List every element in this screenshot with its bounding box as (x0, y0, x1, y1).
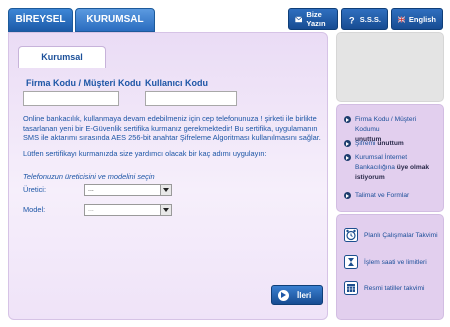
firm-code-label: Firma Kodu / Müşteri Kodu (26, 78, 142, 88)
instructions-text: Talimat ve Formlar (355, 192, 410, 199)
manufacturer-select[interactable]: ... (84, 184, 172, 196)
chevron-down-icon (160, 205, 171, 215)
alarm-clock-icon (344, 228, 358, 242)
chevron-down-icon (160, 185, 171, 195)
firm-code-input[interactable] (23, 91, 119, 106)
model-value: ... (88, 206, 94, 213)
model-select[interactable]: ... (84, 204, 172, 216)
corporate-text-3: üye olmak (396, 164, 430, 171)
instruction-text: Lütfen sertifikayı kurmanızda size yardı… (23, 149, 267, 158)
manufacturer-label: Üretici: (23, 185, 46, 194)
corporate-membership-link[interactable]: Kurumsal İnternet Bankacılığına üye olmak… (344, 153, 442, 183)
select-title: Telefonuzun üreticisini ve modelini seçi… (23, 172, 155, 181)
question-icon: ? (349, 15, 355, 25)
instructions-forms-link[interactable]: Talimat ve Formlar (344, 191, 442, 201)
arrow-bullet-icon (344, 192, 351, 199)
right-banner-box (336, 32, 444, 102)
user-code-input[interactable] (145, 91, 237, 106)
write-us-button[interactable]: Bize Yazın (288, 8, 338, 30)
hourglass-icon (344, 255, 358, 269)
user-code-label: Kullanıcı Kodu (145, 78, 208, 88)
arrow-bullet-icon (344, 154, 351, 161)
calendar-icon (344, 281, 358, 295)
arrow-bullet-icon (344, 140, 351, 147)
play-arrow-icon (278, 289, 289, 301)
hours-label: İşlem saati ve limitleri (364, 258, 427, 266)
manufacturer-value: ... (88, 186, 94, 193)
envelope-icon (295, 16, 303, 22)
arrow-bullet-icon (344, 116, 351, 123)
write-us-label: Bize Yazın (306, 10, 326, 28)
info-text: Online bankacılık, kullanmaya devam edeb… (23, 114, 321, 142)
corporate-text-1: Kurumsal İnternet (355, 154, 408, 161)
planned-works-calendar-link[interactable]: Planlı Çalışmalar Takvimi (344, 228, 438, 242)
forgot-pass-text-2: unuttum (377, 140, 404, 147)
tab-bireysel[interactable]: BİREYSEL (8, 8, 73, 32)
next-label: İleri (297, 290, 312, 300)
corporate-text-2: Bankacılığına (355, 164, 397, 171)
model-label: Model: (23, 205, 46, 214)
svg-text:?: ? (349, 15, 355, 25)
faq-button[interactable]: ? S.S.S. (341, 8, 388, 30)
english-button[interactable]: English (391, 8, 443, 30)
tab-kurumsal[interactable]: KURUMSAL (75, 8, 155, 32)
tab-kurumsal-inner[interactable]: Kurumsal (18, 46, 106, 68)
faq-label: S.S.S. (359, 14, 381, 24)
uk-flag-icon (398, 15, 405, 23)
calendar-label: Planlı Çalışmalar Takvimi (364, 231, 438, 239)
corporate-text-4: istiyorum (355, 174, 385, 181)
english-label: English (408, 14, 436, 24)
holidays-label: Resmi tatiller takvimi (364, 284, 425, 292)
transaction-hours-link[interactable]: İşlem saati ve limitleri (344, 255, 427, 269)
forgot-code-text-1: Firma Kodu / Müşteri Kodumu (355, 116, 417, 133)
holidays-calendar-link[interactable]: Resmi tatiller takvimi (344, 281, 424, 295)
forgot-password-link[interactable]: Şifremi unuttum (344, 139, 442, 149)
next-button[interactable]: İleri (271, 285, 323, 305)
forgot-pass-text-1: Şifremi (355, 140, 378, 147)
